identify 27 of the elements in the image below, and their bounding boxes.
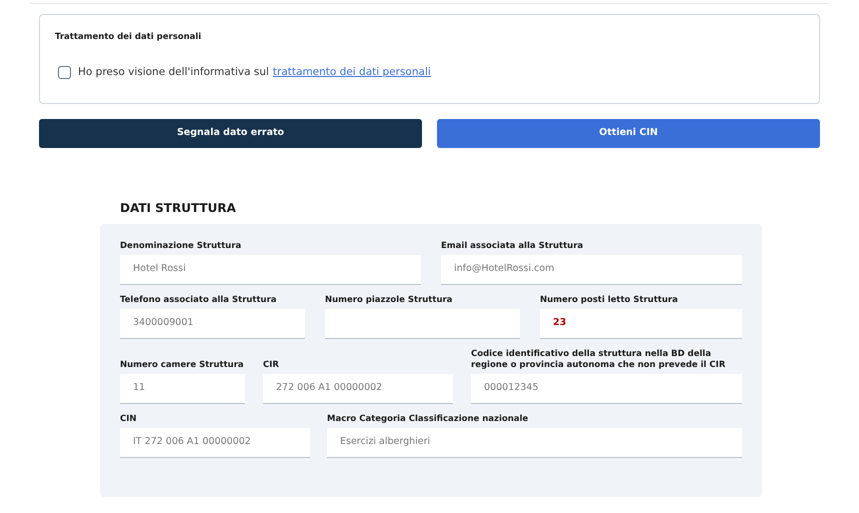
field-label: CIR (263, 360, 280, 371)
field-label: Email associata alla Struttura (441, 241, 584, 252)
field-label: CIN (120, 414, 138, 425)
input-field[interactable]: 11 (120, 374, 245, 404)
input-field[interactable]: 23 (540, 309, 742, 339)
checkbox-label: Ho preso visione dell'informativa sul (78, 64, 269, 80)
checkbox[interactable] (58, 66, 71, 80)
input-field[interactable]: info@HotelRossi.com (441, 255, 742, 285)
primary-button[interactable]: Ottieni CIN (437, 119, 820, 148)
field-label: Telefono associato alla Struttura (120, 295, 278, 306)
section-title: DATI STRUTTURA (120, 200, 237, 217)
input-field[interactable] (325, 309, 520, 339)
section-title: Trattamento dei dati personali (55, 31, 202, 44)
input-field[interactable]: 272 006 A1 00000002 (263, 374, 453, 404)
field-label: Denominazione Struttura (120, 241, 242, 252)
input-field[interactable]: Hotel Rossi (120, 255, 421, 285)
input-field[interactable]: 3400009001 (120, 309, 305, 339)
field-label: Numero camere Struttura (120, 360, 245, 371)
field-label: Numero piazzole Struttura (325, 295, 454, 306)
secondary-button[interactable]: Segnala dato errato (39, 119, 422, 148)
input-field[interactable]: IT 272 006 A1 00000002 (120, 428, 310, 458)
field-label: Numero posti letto Struttura (540, 295, 679, 306)
input-field[interactable]: Esercizi alberghieri (327, 428, 742, 458)
input-field[interactable]: 000012345 (471, 374, 742, 404)
field-label: Codice identificativo della struttura nella BD della regione o provincia autonoma che non prevede il CIR (471, 349, 726, 371)
field-label: Macro Categoria Classificazione nazionale (327, 414, 530, 425)
privacy-link[interactable]: trattamento dei dati personali (272, 64, 431, 80)
